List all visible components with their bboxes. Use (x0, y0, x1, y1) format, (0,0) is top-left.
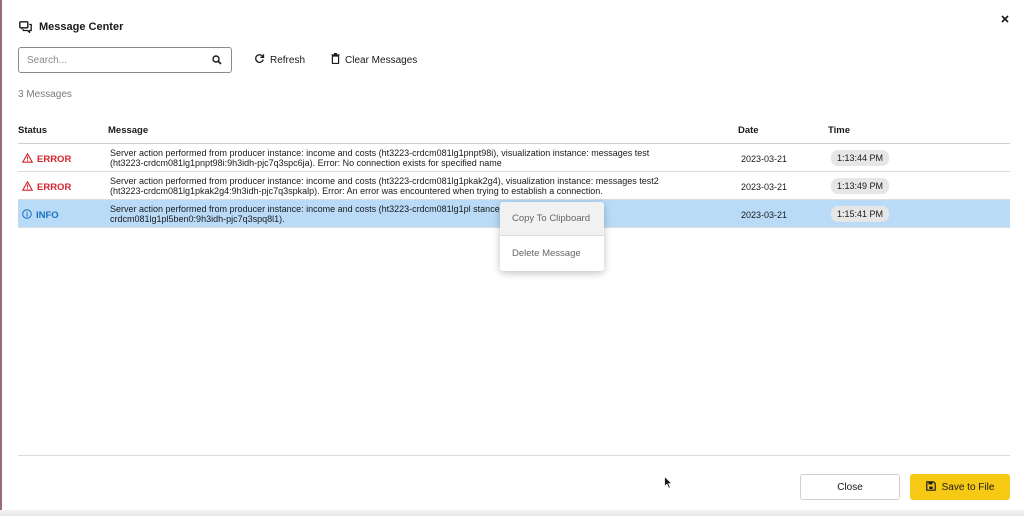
search-input[interactable] (27, 54, 211, 66)
column-header-message[interactable]: Message (108, 125, 148, 136)
date-cell: 2023-03-21 (741, 210, 788, 220)
footer-divider (18, 455, 1010, 456)
info-circle-icon (22, 209, 32, 222)
delete-message-menu-item[interactable]: Delete Message (500, 236, 604, 270)
table-row[interactable]: ERROR Server action performed from produ… (18, 144, 1010, 172)
window-bottom-edge (0, 510, 1024, 516)
column-header-date[interactable]: Date (738, 125, 759, 136)
table-header: Status Message Date Time (18, 124, 1010, 144)
clear-messages-button[interactable]: Clear Messages (331, 53, 417, 67)
close-button[interactable]: Close (800, 474, 900, 500)
column-header-time[interactable]: Time (828, 125, 850, 136)
warning-triangle-icon (21, 180, 34, 194)
column-header-status[interactable]: Status (18, 125, 47, 136)
status-label: ERROR (37, 154, 72, 165)
message-count: 3 Messages (18, 89, 72, 100)
time-badge: 1:13:49 PM (831, 178, 890, 194)
clear-messages-label: Clear Messages (345, 54, 418, 66)
message-text: Server action performed from producer in… (110, 148, 650, 168)
status-cell: ERROR (21, 152, 72, 166)
search-icon[interactable] (211, 54, 223, 66)
close-button-label: Close (837, 481, 863, 493)
message-text: Server action performed from producer in… (110, 176, 659, 196)
search-box[interactable] (18, 47, 232, 73)
warning-triangle-icon (21, 152, 34, 166)
trash-icon (331, 53, 340, 67)
context-menu: Copy To Clipboard Delete Message (500, 202, 604, 271)
message-center-dialog: Message Center Refresh (2, 0, 1024, 516)
status-cell: INFO (22, 209, 59, 222)
date-cell: 2023-03-21 (741, 182, 788, 192)
status-label: ERROR (37, 182, 72, 193)
refresh-icon (254, 53, 265, 67)
save-to-file-label: Save to File (941, 481, 995, 493)
copy-to-clipboard-menu-item[interactable]: Copy To Clipboard (500, 202, 604, 236)
floppy-disk-icon (925, 480, 936, 494)
refresh-button[interactable]: Refresh (254, 53, 305, 67)
date-cell: 2023-03-21 (741, 154, 788, 164)
mouse-pointer-icon (664, 475, 673, 494)
dialog-title: Message Center (39, 21, 124, 33)
status-cell: ERROR (21, 180, 72, 194)
time-badge: 1:13:44 PM (831, 150, 890, 166)
save-to-file-button[interactable]: Save to File (910, 474, 1010, 500)
message-text: Server action performed from producer in… (110, 204, 587, 224)
refresh-label: Refresh (270, 54, 306, 66)
table-row[interactable]: ERROR Server action performed from produ… (18, 172, 1010, 200)
status-label: INFO (36, 210, 59, 221)
dialog-header: Message Center (19, 21, 123, 33)
time-badge: 1:15:41 PM (831, 206, 890, 222)
chat-bubbles-icon (19, 21, 32, 33)
close-icon[interactable] (998, 12, 1012, 26)
